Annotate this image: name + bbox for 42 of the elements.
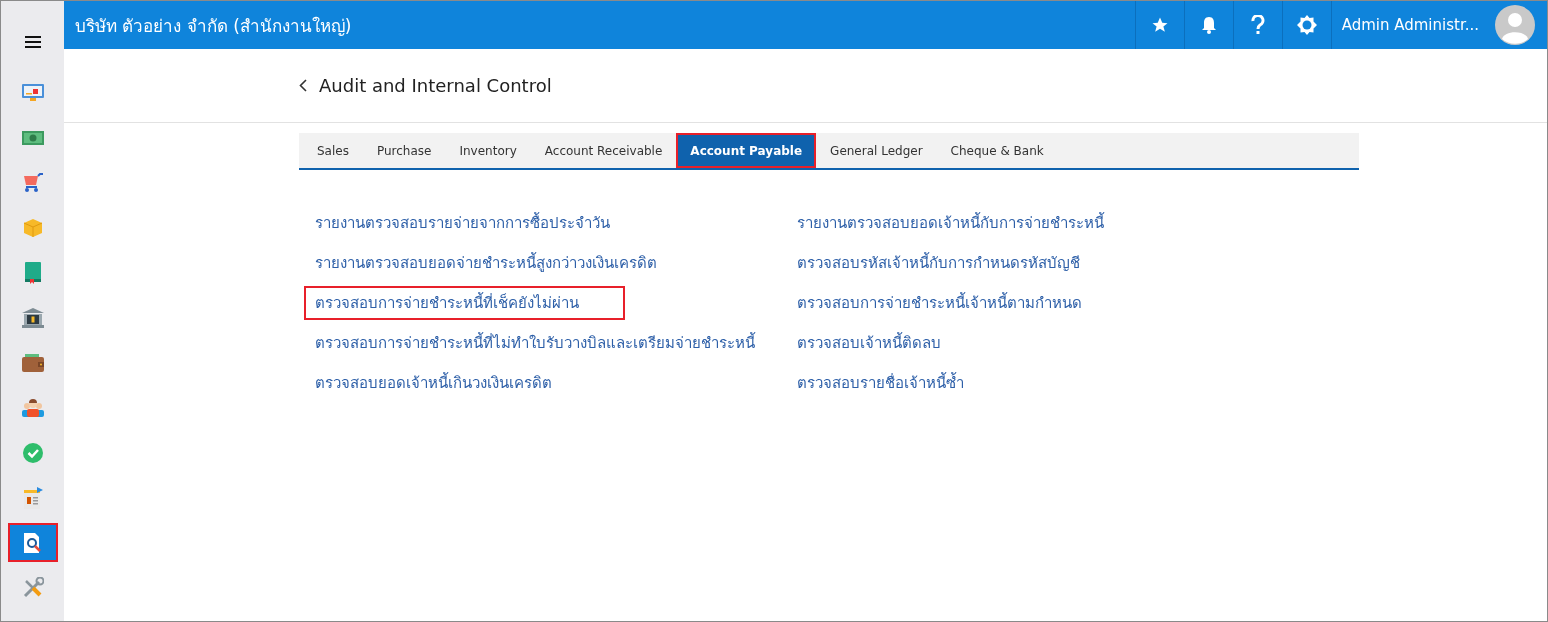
sidebar-item[interactable] bbox=[7, 523, 58, 562]
report-link[interactable]: รายงานตรวจสอบรายจ่ายจากการซื้อประจำวัน bbox=[304, 206, 621, 240]
tools-icon bbox=[21, 576, 44, 599]
report-link[interactable]: รายงานตรวจสอบยอดเจ้าหนี้กับการจ่ายชำระหนี้ bbox=[786, 206, 1115, 240]
company-title: บริษัท ตัวอย่าง จำกัด (สำนักงานใหญ่) bbox=[74, 14, 353, 38]
user-silhouette-icon bbox=[1495, 5, 1535, 45]
settings-icon bbox=[1296, 15, 1317, 35]
report-link[interactable]: ตรวจสอบการจ่ายชำระหนี้ที่เช็คยังไม่ผ่าน bbox=[304, 286, 625, 320]
banknote-icon bbox=[21, 129, 44, 146]
box-icon bbox=[22, 217, 43, 238]
user-menu[interactable]: Admin Administr... bbox=[1330, 1, 1489, 49]
page-title: Audit and Internal Control bbox=[319, 75, 552, 96]
report-link[interactable]: ตรวจสอบยอดเจ้าหนี้เกินวงเงินเครดิต bbox=[304, 366, 563, 400]
tab[interactable]: Account Payable bbox=[676, 133, 817, 168]
document-search-icon bbox=[22, 531, 43, 554]
back-button[interactable] bbox=[299, 79, 307, 92]
report-link[interactable]: ตรวจสอบเจ้าหนี้ติดลบ bbox=[786, 326, 952, 360]
wallet-icon bbox=[21, 353, 44, 372]
star-icon bbox=[1150, 16, 1169, 34]
check-icon bbox=[22, 442, 43, 463]
report-link[interactable]: ตรวจสอบการจ่ายชำระหนี้เจ้าหนี้ตามกำหนด bbox=[786, 286, 1093, 320]
monitor-chart-icon bbox=[21, 83, 44, 102]
tab[interactable]: Inventory bbox=[445, 133, 531, 168]
report-link[interactable]: ตรวจสอบรหัสเจ้าหนี้กับการกำหนดรหัสบัญชี bbox=[786, 246, 1091, 280]
chevron-left-icon bbox=[299, 79, 307, 92]
cart-icon bbox=[21, 172, 44, 193]
avatar[interactable] bbox=[1495, 5, 1535, 45]
book-icon bbox=[23, 261, 42, 284]
help-icon bbox=[1250, 15, 1265, 35]
bank-icon bbox=[21, 307, 44, 328]
tab[interactable]: General Ledger bbox=[816, 133, 937, 168]
people-icon bbox=[21, 398, 44, 417]
tab[interactable]: Account Receivable bbox=[530, 133, 677, 168]
tab[interactable]: Purchase bbox=[362, 133, 446, 168]
report-link[interactable]: ตรวจสอบการจ่ายชำระหนี้ที่ไม่ทำใบรับวางบิลและเตรียมจ่ายชำระหนี้ bbox=[304, 326, 766, 360]
bell-icon bbox=[1200, 16, 1217, 34]
tab[interactable]: Sales bbox=[303, 133, 363, 168]
report-link[interactable]: ตรวจสอบรายชื่อเจ้าหนี้ซ้ำ bbox=[786, 366, 975, 400]
invoice-icon bbox=[22, 486, 43, 509]
menu-icon bbox=[24, 36, 41, 48]
tab[interactable]: Cheque & Bank bbox=[936, 133, 1058, 168]
report-link[interactable]: รายงานตรวจสอบยอดจ่ายชำระหนี้สูงกว่าวงเงินเครดิต bbox=[304, 246, 668, 280]
